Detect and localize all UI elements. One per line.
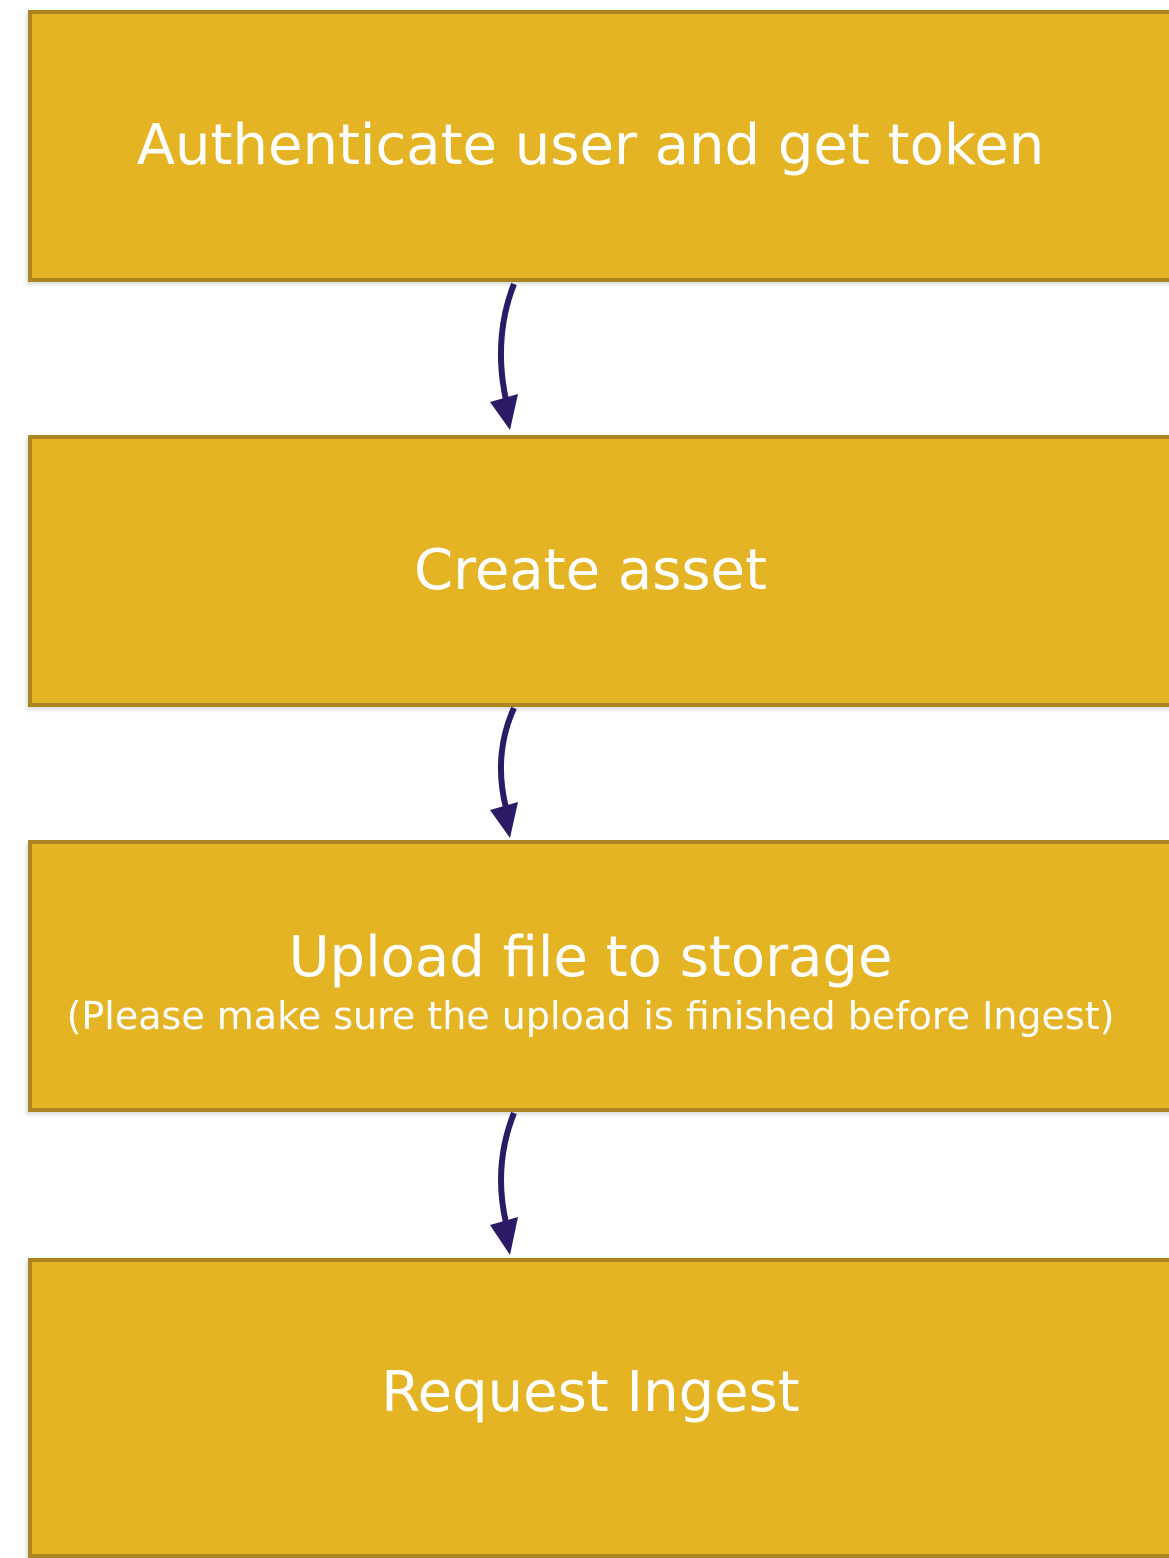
step-note: (Please make sure the upload is finished…: [66, 994, 1115, 1039]
step-title: Authenticate user and get token: [136, 112, 1045, 178]
step-box-create-asset: Create asset: [28, 435, 1169, 707]
step-box-authenticate: Authenticate user and get token: [28, 10, 1169, 282]
step-title: Request Ingest: [381, 1359, 800, 1425]
step-box-request-ingest: Request Ingest: [28, 1258, 1169, 1558]
flow-arrow-1: [490, 282, 518, 430]
flow-arrow-3: [490, 1111, 518, 1255]
flow-arrow-2: [490, 706, 518, 838]
step-title: Create asset: [414, 537, 767, 603]
step-title: Upload file to storage: [288, 925, 893, 990]
step-box-upload-file: Upload file to storage (Please make sure…: [28, 840, 1169, 1112]
